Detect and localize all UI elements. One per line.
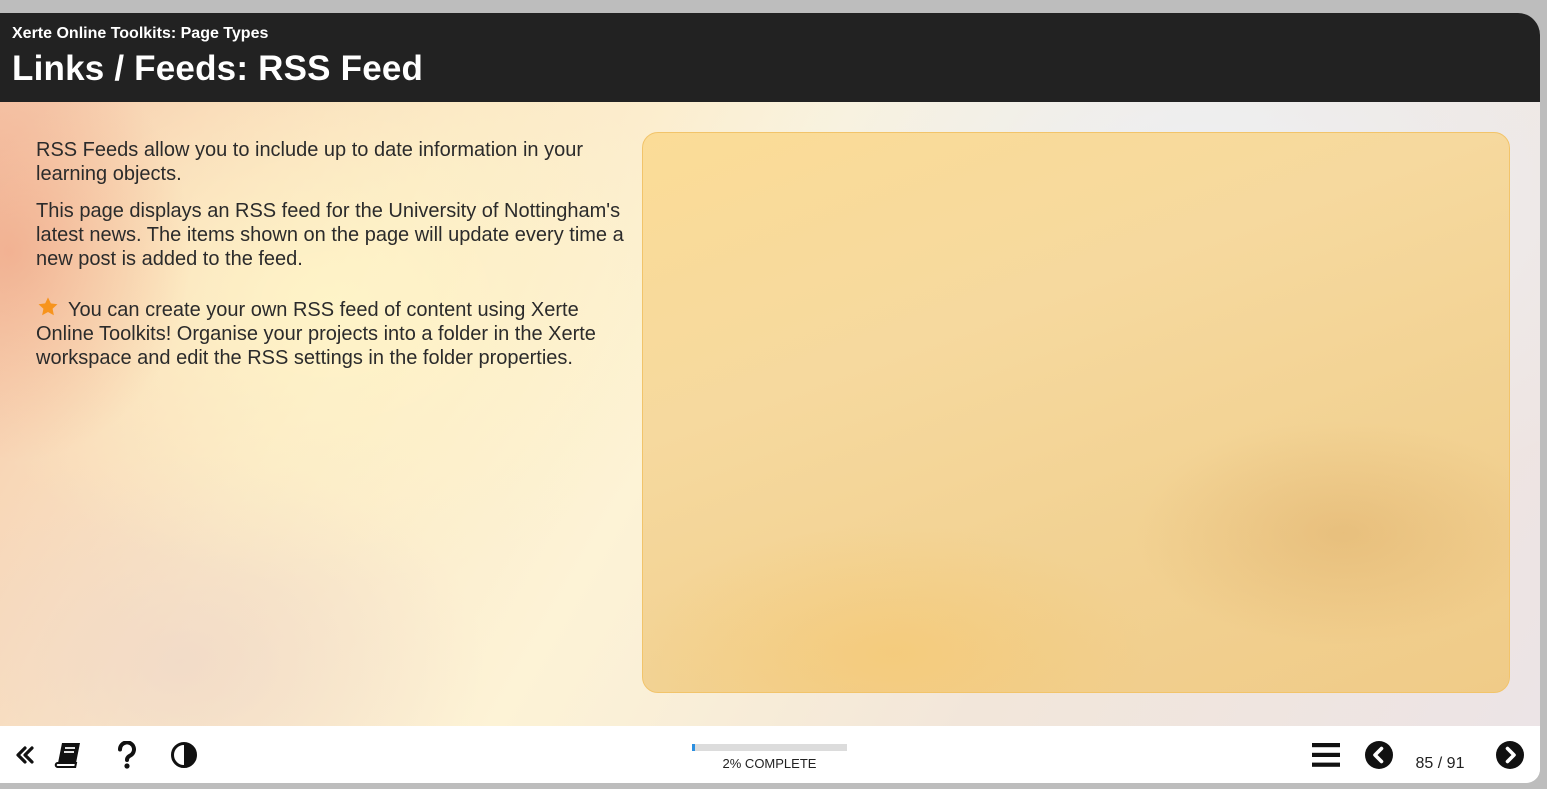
glossary-button[interactable] <box>52 738 86 772</box>
app-frame: Xerte Online Toolkits: Page Types Links … <box>0 13 1540 783</box>
text-column: RSS Feeds allow you to include up to dat… <box>36 138 626 383</box>
progress-fill <box>692 744 696 751</box>
page-counter: 85 / 91 <box>1415 755 1465 772</box>
previous-page-button[interactable] <box>1362 738 1396 772</box>
progress-indicator: 2% COMPLETE <box>692 744 847 771</box>
page-content: RSS Feeds allow you to include up to dat… <box>0 102 1540 726</box>
hamburger-menu-icon <box>1312 743 1340 767</box>
collapse-button[interactable] <box>8 738 42 772</box>
header-bar: Xerte Online Toolkits: Page Types Links … <box>0 13 1540 102</box>
chevron-right-circle-icon <box>1496 741 1524 769</box>
progress-track <box>692 744 847 751</box>
double-chevron-left-icon <box>16 746 34 764</box>
progress-label: 2% COMPLETE <box>722 756 817 771</box>
next-page-button[interactable] <box>1493 738 1527 772</box>
contrast-button[interactable] <box>167 738 201 772</box>
page-title: Links / Feeds: RSS Feed <box>12 49 424 88</box>
question-mark-icon <box>117 741 136 769</box>
help-button[interactable] <box>110 738 144 772</box>
footer-toolbar: 2% COMPLETE 85 / 91 <box>0 726 1540 783</box>
chevron-left-circle-icon <box>1365 741 1393 769</box>
tip-paragraph: You can create your own RSS feed of cont… <box>36 296 626 370</box>
book-icon <box>54 743 80 768</box>
rss-feed-panel <box>642 132 1510 693</box>
project-title: Xerte Online Toolkits: Page Types <box>12 25 269 42</box>
intro-paragraph: RSS Feeds allow you to include up to dat… <box>36 139 583 185</box>
description-paragraph: This page displays an RSS feed for the U… <box>36 200 624 270</box>
menu-button[interactable] <box>1309 738 1343 772</box>
tip-text: You can create your own RSS feed of cont… <box>36 299 596 369</box>
star-icon <box>36 296 60 318</box>
contrast-icon <box>171 742 197 768</box>
